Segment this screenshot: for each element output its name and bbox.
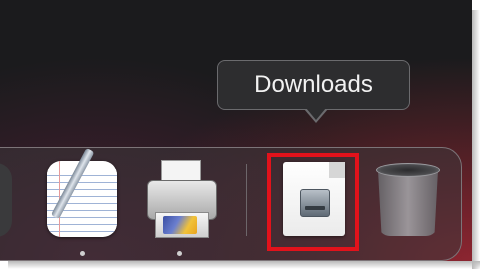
dock-item-trash[interactable] (376, 163, 440, 237)
trash-rim (376, 163, 440, 177)
screenshot-shadow-right (472, 10, 480, 269)
highlight-box (267, 153, 359, 251)
dock-tooltip: Downloads (217, 60, 410, 110)
running-indicator-printer (177, 251, 182, 256)
tooltip-label: Downloads (254, 71, 373, 98)
dock-item-printer[interactable] (143, 160, 221, 240)
screenshot-shadow-bottom (8, 261, 480, 269)
dock-item-app[interactable] (0, 163, 12, 237)
trash-can-icon (378, 170, 438, 236)
dock-separator (246, 164, 247, 236)
screen: Downloads (0, 0, 472, 261)
tooltip-arrow-fill (306, 108, 326, 120)
running-indicator-textedit (80, 251, 85, 256)
printer-photo (163, 216, 197, 234)
